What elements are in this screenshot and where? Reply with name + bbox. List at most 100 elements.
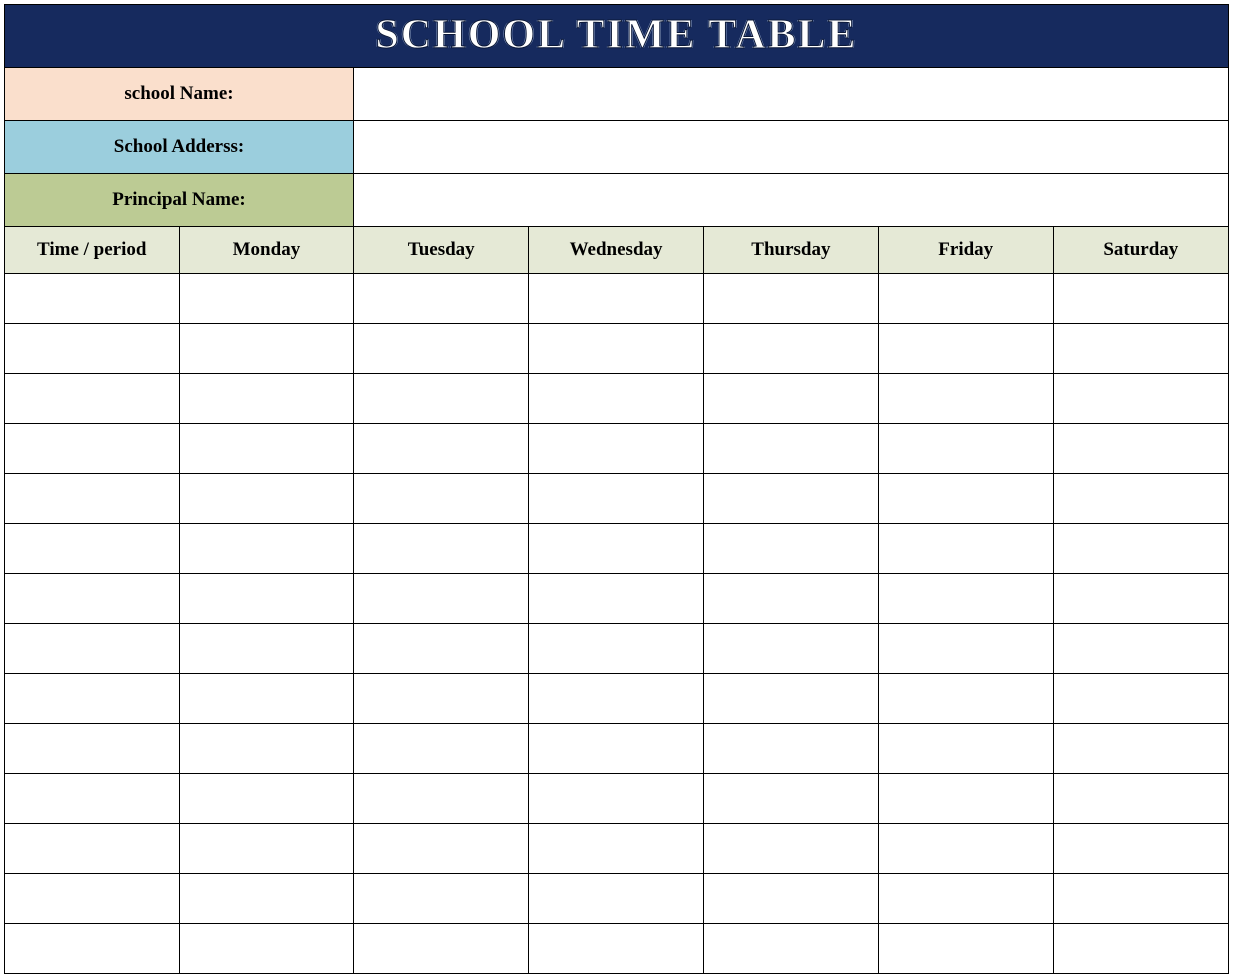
schedule-cell[interactable] [703, 673, 878, 723]
schedule-cell[interactable] [179, 723, 354, 773]
schedule-cell[interactable] [354, 623, 529, 673]
schedule-cell[interactable] [1053, 623, 1228, 673]
schedule-cell[interactable] [179, 623, 354, 673]
schedule-cell[interactable] [878, 773, 1053, 823]
time-period-cell[interactable] [5, 323, 179, 373]
schedule-cell[interactable] [703, 323, 878, 373]
schedule-cell[interactable] [1053, 673, 1228, 723]
schedule-cell[interactable] [354, 923, 529, 973]
school-name-value[interactable] [354, 68, 1228, 120]
time-period-cell[interactable] [5, 923, 179, 973]
schedule-cell[interactable] [529, 923, 704, 973]
time-period-cell[interactable] [5, 723, 179, 773]
schedule-cell[interactable] [1053, 773, 1228, 823]
schedule-cell[interactable] [179, 423, 354, 473]
schedule-cell[interactable] [703, 773, 878, 823]
schedule-cell[interactable] [354, 773, 529, 823]
schedule-cell[interactable] [179, 773, 354, 823]
schedule-cell[interactable] [179, 473, 354, 523]
time-period-cell[interactable] [5, 573, 179, 623]
schedule-cell[interactable] [1053, 273, 1228, 323]
schedule-cell[interactable] [529, 373, 704, 423]
time-period-cell[interactable] [5, 773, 179, 823]
principal-name-value[interactable] [354, 174, 1228, 226]
schedule-cell[interactable] [703, 873, 878, 923]
time-period-cell[interactable] [5, 273, 179, 323]
time-period-cell[interactable] [5, 473, 179, 523]
schedule-cell[interactable] [878, 473, 1053, 523]
schedule-cell[interactable] [1053, 323, 1228, 373]
schedule-cell[interactable] [878, 273, 1053, 323]
schedule-cell[interactable] [354, 873, 529, 923]
time-period-cell[interactable] [5, 423, 179, 473]
schedule-cell[interactable] [703, 423, 878, 473]
schedule-cell[interactable] [179, 273, 354, 323]
schedule-cell[interactable] [529, 423, 704, 473]
schedule-cell[interactable] [878, 423, 1053, 473]
schedule-cell[interactable] [354, 723, 529, 773]
schedule-cell[interactable] [878, 573, 1053, 623]
schedule-cell[interactable] [1053, 373, 1228, 423]
schedule-cell[interactable] [1053, 473, 1228, 523]
schedule-cell[interactable] [878, 523, 1053, 573]
schedule-cell[interactable] [703, 373, 878, 423]
time-period-cell[interactable] [5, 373, 179, 423]
schedule-cell[interactable] [179, 523, 354, 573]
schedule-cell[interactable] [179, 373, 354, 423]
schedule-cell[interactable] [878, 823, 1053, 873]
schedule-cell[interactable] [179, 923, 354, 973]
schedule-cell[interactable] [1053, 423, 1228, 473]
time-period-cell[interactable] [5, 623, 179, 673]
schedule-cell[interactable] [354, 423, 529, 473]
schedule-cell[interactable] [703, 273, 878, 323]
schedule-cell[interactable] [878, 373, 1053, 423]
school-address-value[interactable] [354, 121, 1228, 173]
time-period-cell[interactable] [5, 823, 179, 873]
schedule-cell[interactable] [354, 473, 529, 523]
schedule-cell[interactable] [354, 573, 529, 623]
schedule-cell[interactable] [529, 473, 704, 523]
schedule-cell[interactable] [1053, 923, 1228, 973]
schedule-cell[interactable] [878, 723, 1053, 773]
schedule-cell[interactable] [179, 323, 354, 373]
schedule-cell[interactable] [529, 723, 704, 773]
schedule-cell[interactable] [529, 273, 704, 323]
schedule-cell[interactable] [1053, 873, 1228, 923]
schedule-cell[interactable] [529, 773, 704, 823]
schedule-cell[interactable] [878, 673, 1053, 723]
schedule-cell[interactable] [878, 873, 1053, 923]
schedule-cell[interactable] [354, 823, 529, 873]
time-period-cell[interactable] [5, 873, 179, 923]
schedule-cell[interactable] [878, 623, 1053, 673]
schedule-cell[interactable] [1053, 523, 1228, 573]
schedule-cell[interactable] [703, 923, 878, 973]
schedule-cell[interactable] [878, 323, 1053, 373]
schedule-cell[interactable] [179, 673, 354, 723]
schedule-cell[interactable] [703, 823, 878, 873]
schedule-cell[interactable] [354, 273, 529, 323]
schedule-cell[interactable] [179, 573, 354, 623]
schedule-cell[interactable] [529, 823, 704, 873]
schedule-cell[interactable] [1053, 823, 1228, 873]
schedule-cell[interactable] [529, 673, 704, 723]
schedule-cell[interactable] [703, 473, 878, 523]
schedule-cell[interactable] [354, 673, 529, 723]
schedule-cell[interactable] [179, 823, 354, 873]
time-period-cell[interactable] [5, 523, 179, 573]
schedule-cell[interactable] [703, 623, 878, 673]
schedule-cell[interactable] [529, 523, 704, 573]
schedule-cell[interactable] [354, 373, 529, 423]
time-period-cell[interactable] [5, 673, 179, 723]
schedule-cell[interactable] [878, 923, 1053, 973]
schedule-cell[interactable] [529, 573, 704, 623]
schedule-cell[interactable] [529, 623, 704, 673]
schedule-cell[interactable] [1053, 573, 1228, 623]
schedule-cell[interactable] [703, 573, 878, 623]
schedule-cell[interactable] [529, 873, 704, 923]
schedule-cell[interactable] [703, 723, 878, 773]
schedule-cell[interactable] [354, 323, 529, 373]
schedule-cell[interactable] [354, 523, 529, 573]
schedule-cell[interactable] [703, 523, 878, 573]
schedule-cell[interactable] [1053, 723, 1228, 773]
schedule-cell[interactable] [179, 873, 354, 923]
